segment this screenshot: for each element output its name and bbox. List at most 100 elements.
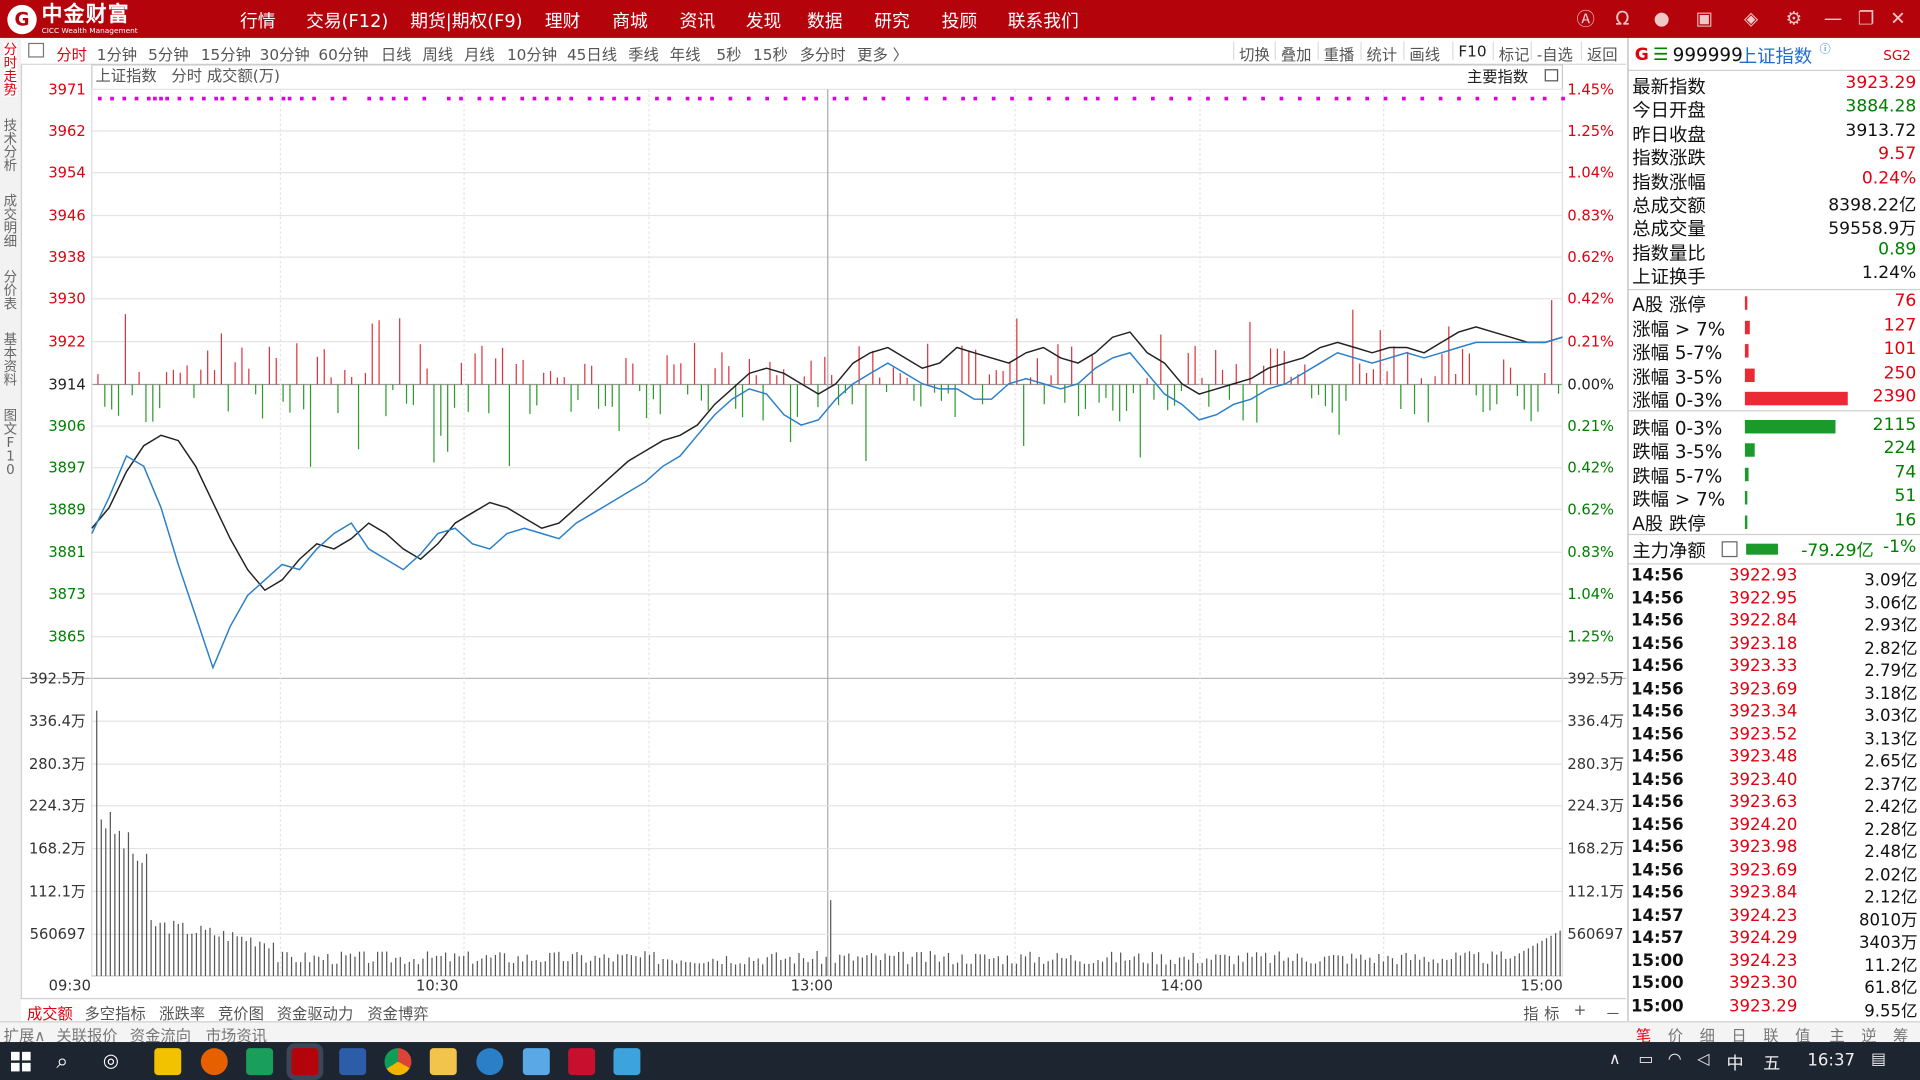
taskbar-app-11-icon[interactable] — [613, 1048, 641, 1076]
breadth-label: 跌幅 5-7% — [1632, 464, 1723, 487]
tray-chevron-icon[interactable]: ∧ — [1609, 1051, 1621, 1069]
signal-dot — [177, 96, 182, 101]
notification-icon[interactable]: ▤ — [1871, 1051, 1886, 1069]
quote-row-label: 总成交额 — [1632, 194, 1706, 217]
price-tick-label: 3946 — [48, 207, 85, 224]
search-icon[interactable]: ⌕ — [56, 1049, 68, 1073]
signal-dot — [532, 96, 537, 101]
ime-mode-indicator[interactable]: 五 — [1763, 1051, 1780, 1075]
tick-time: 14:56 — [1631, 656, 1684, 676]
menu-lines-icon[interactable]: ☰ — [1653, 45, 1668, 65]
tick-time: 14:56 — [1631, 633, 1684, 654]
tick-row: 14:56 3923.69 2.02亿 — [1631, 860, 1918, 884]
signal-dot — [1542, 96, 1547, 101]
stock-name[interactable]: 上证指数 — [1739, 43, 1812, 69]
indicator-control-0[interactable]: 指 — [1523, 1000, 1538, 1023]
volume-icon[interactable]: ◁ — [1697, 1051, 1709, 1069]
screen-icon[interactable]: ▣ — [1692, 6, 1716, 30]
quote-row-value: 3884.28 — [1845, 97, 1917, 117]
signal-dot — [232, 96, 237, 101]
taskbar-app-5-icon[interactable] — [339, 1048, 367, 1076]
info-icon[interactable]: ⓘ — [1820, 40, 1831, 56]
clock[interactable]: 16:37 — [1807, 1051, 1855, 1071]
quote-row: 总成交额 8398.22亿 — [1632, 192, 1916, 217]
breadth-row: 跌幅 5-7% 74 — [1632, 462, 1917, 487]
firefox-icon[interactable] — [200, 1048, 228, 1076]
close-icon[interactable]: ✕ — [1886, 6, 1910, 30]
signal-dot — [1151, 96, 1155, 101]
taskbar-app-9-icon[interactable] — [522, 1048, 550, 1076]
tick-amount: 2.12亿 — [1864, 887, 1918, 908]
indicator-tab-4[interactable]: 资金驱动力 — [277, 1000, 354, 1023]
ime-indicator[interactable]: 中 — [1727, 1051, 1744, 1075]
tick-price: 3923.69 — [1728, 678, 1798, 699]
signal-dot — [814, 96, 818, 101]
net-flow-row: 主力净额 -79.29亿 -1% — [1632, 538, 1916, 562]
tick-row: 14:56 3923.98 2.48亿 — [1631, 838, 1918, 862]
signal-dot — [906, 96, 910, 101]
breadth-label: A股 跌停 — [1632, 512, 1706, 535]
indicator-control-2[interactable]: + — [1573, 1000, 1586, 1018]
tick-amount: 3403万 — [1858, 933, 1918, 953]
divider — [1628, 563, 1920, 565]
gear-icon[interactable]: ⚙ — [1782, 6, 1806, 30]
tick-amount: 2.79亿 — [1864, 661, 1918, 681]
intraday-chart[interactable]: 3971 1.45% 3962 1.25% 3954 1.04% 3946 0.83% 3938… — [0, 0, 1629, 1021]
tick-time: 14:57 — [1631, 905, 1684, 926]
signal-dot — [214, 96, 218, 101]
quote-tag: SG2 — [1883, 47, 1911, 64]
indicator-tab-0[interactable]: 成交额 — [27, 1000, 73, 1023]
signal-dot — [1383, 96, 1388, 101]
cube-icon[interactable]: ◈ — [1739, 6, 1763, 30]
breadth-value: 74 — [1894, 462, 1917, 482]
breadth-label: 涨幅 3-5% — [1632, 365, 1723, 388]
index-group-label[interactable]: 主要指数 — [1467, 68, 1528, 86]
price-tick-label: 3906 — [48, 418, 85, 435]
quote-row: 昨日收盘 3913.72 — [1632, 121, 1916, 145]
signal-dot — [502, 96, 506, 101]
tick-amount: 2.28亿 — [1864, 819, 1918, 840]
signal-dot — [1028, 96, 1033, 101]
signal-dot — [1297, 96, 1302, 101]
minimize-icon[interactable]: — — [1821, 6, 1845, 30]
signal-dot — [391, 96, 396, 101]
signal-dot — [1475, 96, 1480, 101]
wifi-icon[interactable]: ◠ — [1668, 1051, 1682, 1069]
quote-row: 最新指数 3923.29 — [1632, 73, 1916, 97]
cicc-app-icon[interactable] — [291, 1048, 319, 1076]
tick-amount: 3.03亿 — [1864, 706, 1918, 727]
user-icon[interactable]: ● — [1649, 6, 1673, 30]
signal-dot — [1242, 96, 1247, 101]
taskbar-app-8-icon[interactable] — [476, 1048, 504, 1076]
indicator-tab-1[interactable]: 多空指标 — [84, 1000, 145, 1023]
windows-start-icon[interactable] — [11, 1051, 31, 1072]
quote-row: 今日开盘 3884.28 — [1632, 97, 1917, 121]
calculator-icon[interactable] — [1721, 541, 1738, 558]
indicator-tab-5[interactable]: 资金博弈 — [367, 1000, 428, 1023]
tick-amount: 3.06亿 — [1864, 593, 1918, 613]
breadth-value: 76 — [1894, 291, 1917, 312]
tick-price: 3923.63 — [1728, 792, 1798, 812]
battery-icon[interactable]: ▭ — [1638, 1051, 1653, 1069]
tick-row: 14:56 3922.93 3.09亿 — [1631, 566, 1918, 590]
taskbar-app-10-icon[interactable] — [568, 1048, 596, 1076]
tick-row: 14:56 3923.63 2.42亿 — [1631, 792, 1918, 816]
signal-dot — [728, 96, 733, 101]
signal-dot — [569, 96, 574, 101]
indicator-tab-2[interactable]: 涨跌率 — [159, 1000, 205, 1023]
signal-dot — [110, 96, 114, 101]
file-explorer-icon[interactable] — [429, 1048, 457, 1076]
indicator-control-3[interactable]: － — [1605, 1000, 1620, 1023]
signal-dot — [1132, 96, 1137, 101]
tick-amount: 61.8亿 — [1864, 978, 1918, 998]
taskbar-app-3-icon[interactable] — [246, 1048, 274, 1076]
task-view-icon[interactable]: ◎ — [103, 1049, 119, 1071]
indicator-control-1[interactable]: 标 — [1544, 1000, 1559, 1023]
price-tick-label: 3889 — [48, 501, 85, 518]
expand-panel-icon[interactable] — [1544, 69, 1559, 82]
taskbar-app-1-icon[interactable] — [154, 1048, 182, 1076]
quote-row-value: 1.24% — [1861, 263, 1917, 284]
indicator-tab-3[interactable]: 竞价图 — [218, 1000, 264, 1023]
chrome-icon[interactable] — [384, 1048, 412, 1076]
restore-icon[interactable]: ❐ — [1854, 6, 1878, 30]
